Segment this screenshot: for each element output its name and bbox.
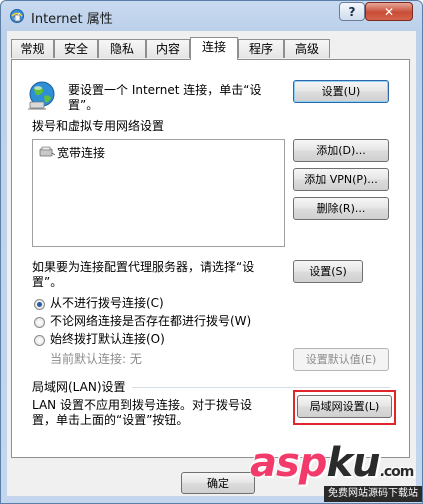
lan-section-label: 局域网(LAN)设置 bbox=[32, 380, 126, 394]
setup-button[interactable]: 设置(U) bbox=[293, 80, 389, 103]
internet-properties-window: Internet 属性 ? ✕ 常规 安全 隐私 内容 连接 程序 高级 要设置… bbox=[0, 0, 423, 504]
connections-panel: 要设置一个 Internet 连接，单击“设 置”。 设置(U) 拨号和虚拟专用… bbox=[11, 59, 410, 458]
tab-connections[interactable]: 连接 bbox=[190, 37, 238, 60]
lan-settings-highlight bbox=[293, 390, 396, 425]
network-globe-icon bbox=[28, 81, 55, 110]
lan-description-line2: 置，单击上面的“设置”按钮。 bbox=[32, 413, 189, 427]
tab-content[interactable]: 内容 bbox=[146, 39, 190, 58]
connection-name: 宽带连接 bbox=[57, 146, 106, 160]
setup-description-line2: 置”。 bbox=[68, 98, 99, 112]
radio-always-dial-default-label[interactable]: 始终拨打默认连接(O) bbox=[50, 332, 165, 347]
current-default-label: 当前默认连接: 无 bbox=[50, 352, 142, 366]
dialup-section-label: 拨号和虚拟专用网络设置 bbox=[32, 119, 165, 133]
tab-privacy[interactable]: 隐私 bbox=[98, 39, 146, 58]
current-default-value: 无 bbox=[129, 352, 142, 366]
delete-connection-button[interactable]: 删除(R)... bbox=[293, 197, 389, 220]
tab-advanced[interactable]: 高级 bbox=[284, 39, 330, 58]
broadband-connection-icon bbox=[39, 146, 55, 157]
radio-always-dial-default[interactable] bbox=[34, 335, 45, 346]
window-title: Internet 属性 bbox=[31, 12, 113, 27]
proxy-hint-line2: 置”。 bbox=[32, 275, 63, 289]
tab-security[interactable]: 安全 bbox=[54, 39, 98, 58]
lan-section-divider bbox=[132, 387, 390, 388]
radio-dial-whenever[interactable] bbox=[34, 317, 45, 328]
connection-settings-button[interactable]: 设置(S) bbox=[293, 260, 363, 283]
radio-dial-whenever-label[interactable]: 不论网络连接是否存在都进行拨号(W) bbox=[50, 314, 251, 329]
add-connection-button[interactable]: 添加(D)... bbox=[293, 139, 389, 162]
radio-never-dial[interactable] bbox=[34, 299, 45, 310]
lan-description-line1: LAN 设置不应用到拨号连接。对于拨号设 bbox=[32, 398, 252, 412]
internet-explorer-icon bbox=[10, 9, 24, 23]
ok-button[interactable]: 确定 bbox=[181, 472, 255, 494]
set-default-button[interactable]: 设置默认值(E) bbox=[293, 348, 389, 371]
radio-never-dial-label[interactable]: 从不进行拨号连接(C) bbox=[50, 296, 164, 311]
tab-programs[interactable]: 程序 bbox=[238, 39, 284, 58]
proxy-hint-line1: 如果要为连接配置代理服务器，请选择“设 bbox=[32, 260, 255, 274]
tab-general[interactable]: 常规 bbox=[11, 39, 54, 58]
close-button[interactable]: ✕ bbox=[365, 2, 413, 21]
dialog-client-area: 常规 安全 隐私 内容 连接 程序 高级 要设置一个 Internet 连接，单… bbox=[7, 31, 416, 496]
add-vpn-button[interactable]: 添加 VPN(P)... bbox=[293, 168, 389, 191]
connection-listbox[interactable]: 宽带连接 bbox=[32, 139, 285, 247]
title-bar[interactable]: Internet 属性 ? ✕ bbox=[1, 1, 422, 31]
list-item-broadband[interactable]: 宽带连接 bbox=[39, 144, 105, 161]
setup-description-line1: 要设置一个 Internet 连接，单击“设 bbox=[68, 83, 262, 97]
help-button[interactable]: ? bbox=[339, 2, 365, 21]
